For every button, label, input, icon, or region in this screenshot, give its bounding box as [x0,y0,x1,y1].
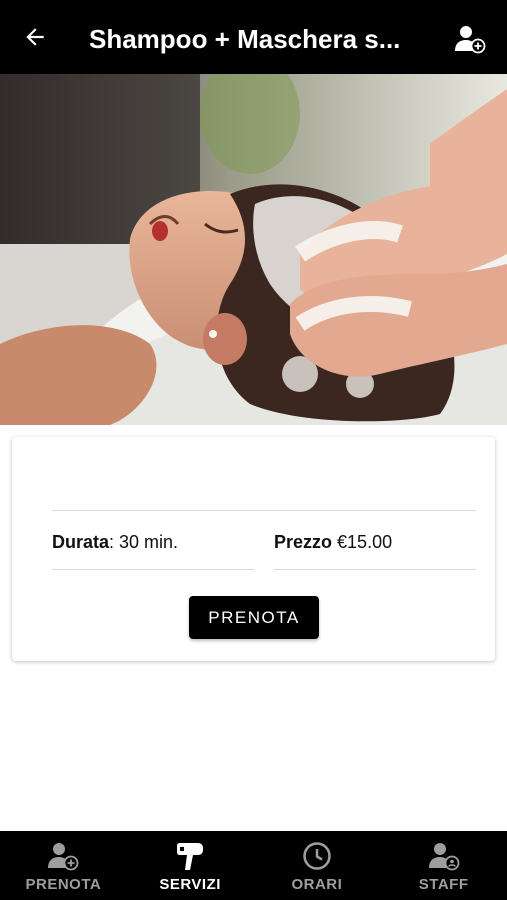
divider [274,569,476,570]
duration-info: Durata: 30 min. [52,530,178,554]
service-image [0,74,507,425]
nav-item-orari[interactable]: ORARI [254,831,381,900]
app-bar: Shampoo + Maschera s... [0,0,507,74]
arrow-left-icon [26,28,44,46]
service-card: Durata: 30 min. Prezzo €15.00 PRENOTA [12,437,495,661]
staff-icon [427,840,461,872]
page-title: Shampoo + Maschera s... [89,24,401,54]
duration-value: : 30 min. [109,532,179,552]
user-add-icon [46,840,80,872]
price-info: Prezzo €15.00 [274,530,392,554]
divider [52,569,254,570]
book-button[interactable]: PRENOTA [189,596,319,639]
clock-icon [300,840,334,872]
divider [52,510,476,511]
price-label: Prezzo [274,532,333,552]
nav-label: SERVIZI [159,876,221,893]
user-add-icon [455,26,486,54]
hair-dryer-icon [173,840,207,872]
nav-item-servizi[interactable]: SERVIZI [127,831,254,900]
nav-item-prenota[interactable]: PRENOTA [0,831,127,900]
bottom-nav: PRENOTA SERVIZI ORARI STAFF [0,831,507,900]
price-value: €15.00 [332,532,393,552]
duration-label: Durata [52,532,110,552]
back-button[interactable] [18,20,52,54]
nav-item-staff[interactable]: STAFF [380,831,507,900]
add-user-button[interactable] [452,22,488,56]
nav-label: STAFF [418,876,469,893]
nav-label: PRENOTA [25,876,102,893]
nav-label: ORARI [291,876,343,893]
